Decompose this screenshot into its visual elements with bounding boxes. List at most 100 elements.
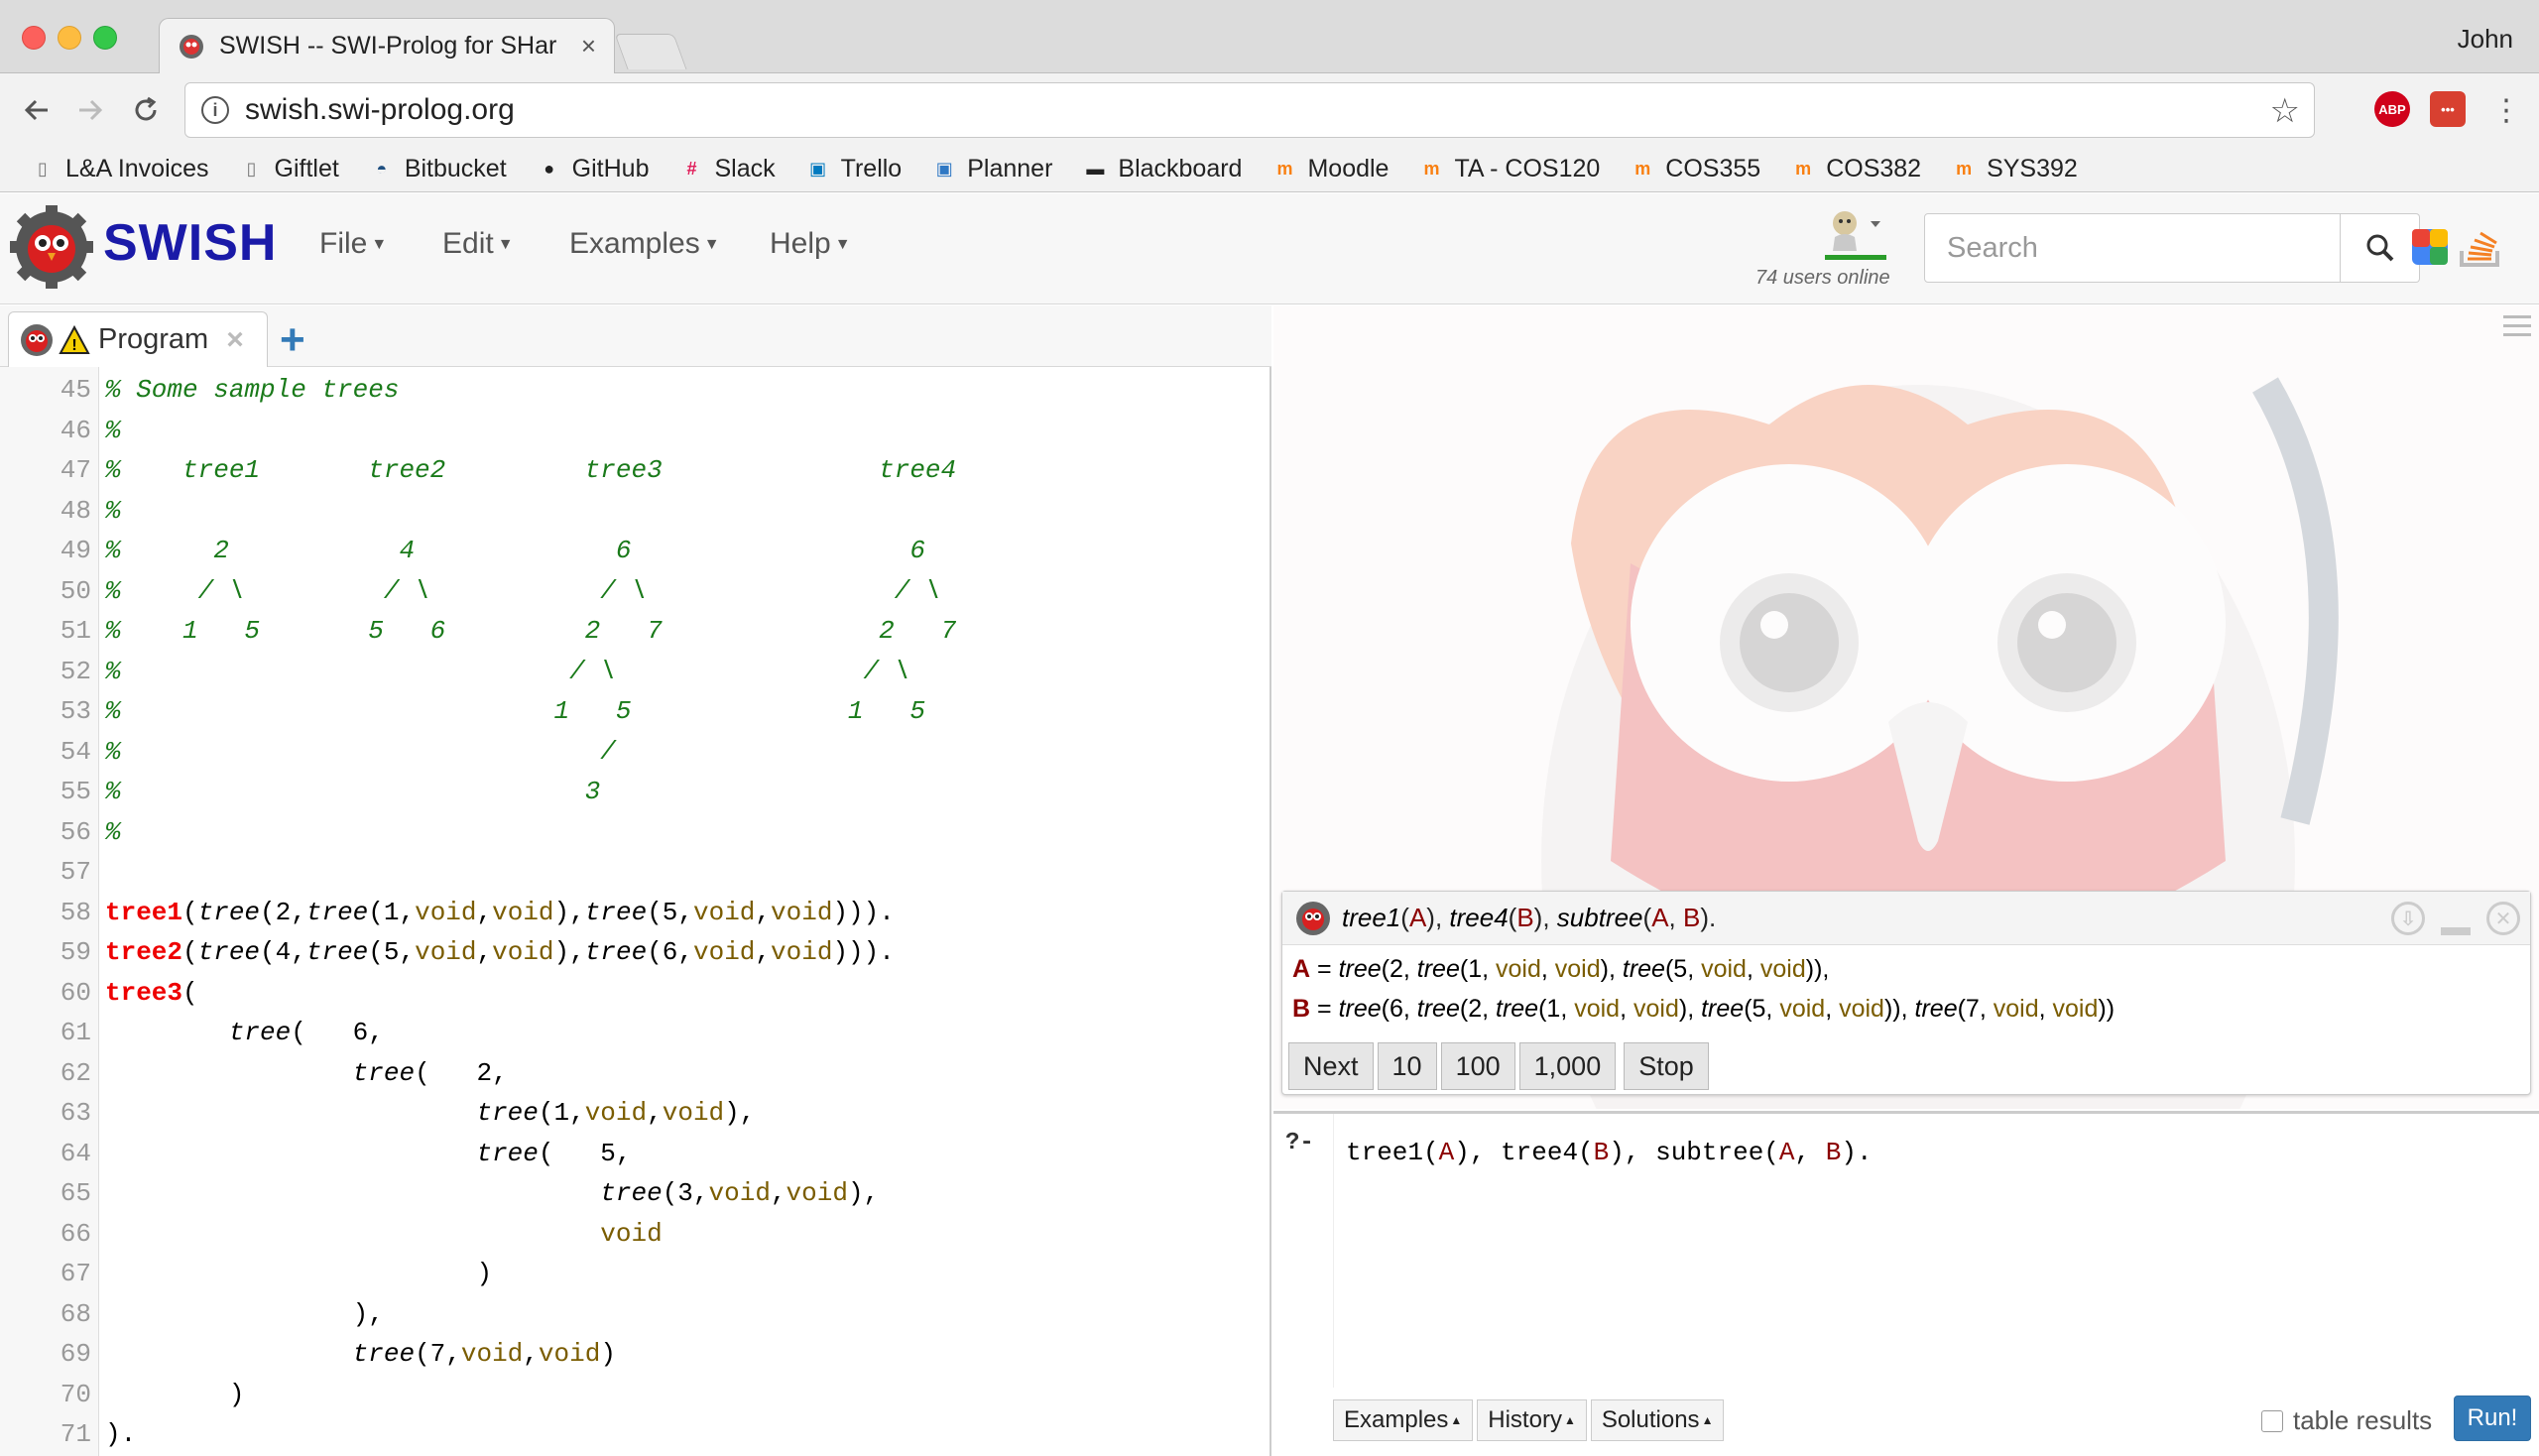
bookmark-item[interactable]: # Slack [678,155,775,183]
bookmark-star-icon[interactable]: ☆ [2270,91,2300,131]
back-button[interactable] [14,87,60,133]
query-token: ( [1400,903,1409,932]
swish-brand[interactable]: SWISH [103,213,277,273]
edit-menu[interactable]: Edit ▼ [442,227,514,261]
code-line[interactable]: 47 % tree1 tree2 tree3 tree4 [0,450,1270,490]
file-menu[interactable]: File ▼ [319,227,387,261]
table-results-toggle[interactable]: table results [2261,1405,2432,1436]
stop-button[interactable]: Stop [1624,1042,1709,1090]
code-line[interactable]: 62 tree( 2, [0,1053,1270,1093]
run-button[interactable]: Run! [2454,1395,2531,1441]
browser-tab[interactable]: SWISH -- SWI-Prolog for SHar × [159,18,615,73]
code-line[interactable]: 63 tree(1,void,void), [0,1093,1270,1133]
bookmark-item[interactable]: ▬ Blackboard [1082,155,1242,183]
code-editor[interactable]: 45 % Some sample trees 46% 47 % tree1 tree2 … [0,367,1270,1456]
table-results-checkbox[interactable] [2261,1409,2283,1432]
history-dropdown[interactable]: History ▲ [1477,1399,1587,1441]
code-line[interactable]: 51 % 1 5 5 6 2 7 2 7 [0,611,1270,651]
next-button[interactable]: Next [1288,1042,1374,1090]
code-line[interactable]: 55 % 3 [0,772,1270,811]
code-line[interactable]: 45 % Some sample trees [0,370,1270,410]
code-token: void [415,897,477,927]
code-token: % [105,495,121,526]
info-icon[interactable]: i [201,96,229,124]
code-line[interactable]: 54 % / [0,732,1270,772]
program-tab[interactable]: ! Program × [8,311,268,367]
google-stackoverflow-icons[interactable] [2408,221,2511,273]
code-line[interactable]: 50 % / \ / \ / \ / \ [0,571,1270,611]
code-line[interactable]: 48% [0,491,1270,531]
code-line[interactable]: 61 tree( 6, [0,1013,1270,1052]
extension-menu-icon[interactable]: ••• [2430,91,2466,127]
bookmark-item[interactable]: ▣ Trello [805,155,902,183]
examples-dropdown[interactable]: Examples ▲ [1333,1399,1474,1441]
code-line[interactable]: 59 tree2(tree(4,tree(5,void,void),tree(6,… [0,932,1270,972]
close-tab-icon[interactable]: × [226,323,244,357]
swish-logo-icon[interactable] [8,203,95,291]
bookmark-item[interactable]: m Moodle [1271,155,1389,183]
binding-token: , [1825,995,1840,1023]
query-text[interactable]: tree1(A), tree4(B), subtree(A, B). [1346,1138,1873,1167]
code-line[interactable]: 69 tree(7,void,void) [0,1334,1270,1374]
examples-menu[interactable]: Examples ▼ [569,227,720,261]
window-maximize-button[interactable] [93,26,117,50]
window-close-button[interactable] [22,26,46,50]
code-line[interactable]: 46% [0,411,1270,450]
bookmark-item[interactable]: m SYS392 [1951,155,2078,183]
close-icon[interactable]: ✕ [2486,902,2520,935]
next-100-button[interactable]: 100 [1440,1042,1515,1090]
code-line[interactable]: 60 tree3( [0,973,1270,1013]
bookmark-item[interactable]: ▯ L&A Invoices [30,155,208,183]
code-line[interactable]: 49 % 2 4 6 6 [0,531,1270,570]
code-line[interactable]: 53 % 1 5 1 5 [0,691,1270,731]
bookmark-item[interactable]: ◓ Bitbucket [369,155,506,183]
next-10-button[interactable]: 10 [1377,1042,1437,1090]
code-line[interactable]: 68 ), [0,1294,1270,1334]
code-line[interactable]: 52 % / \ / \ [0,652,1270,691]
new-tab-button[interactable] [614,34,687,69]
binding-token: tree [1496,995,1539,1023]
code-text: ) [105,1254,492,1293]
url-text[interactable]: swish.swi-prolog.org [245,93,515,127]
bookmark-item[interactable]: m COS355 [1630,155,1760,183]
users-online-text: 74 users online [1755,267,1890,289]
solutions-dropdown[interactable]: Solutions ▲ [1590,1399,1725,1441]
query-editor[interactable]: tree1(A), tree4(B), subtree(A, B). [1333,1114,2533,1388]
browser-menu-button[interactable]: ⋮ [2483,87,2529,133]
minimize-icon[interactable] [2439,902,2473,935]
user-avatar-icon[interactable] [1821,203,1890,263]
tab-close-icon[interactable]: × [581,31,596,61]
code-line[interactable]: 65 tree(3,void,void), [0,1173,1270,1213]
query-token: A [1438,1138,1455,1167]
code-line[interactable]: 67 ) [0,1254,1270,1293]
hamburger-menu-icon[interactable] [2503,313,2531,339]
bookmark-item[interactable]: m COS382 [1790,155,1921,183]
add-tab-icon[interactable]: + [280,315,305,365]
download-icon[interactable]: ⇩ [2391,902,2425,935]
forward-button[interactable] [67,87,113,133]
binding-token: (7, [1957,995,1994,1023]
code-line[interactable]: 64 tree( 5, [0,1134,1270,1173]
code-line[interactable]: 70 ) [0,1375,1270,1414]
profile-name[interactable]: John [2458,24,2513,55]
window-minimize-button[interactable] [58,26,81,50]
code-text: tree( 6, [105,1013,384,1052]
code-token: % [105,816,121,847]
code-line[interactable]: 58 tree1(tree(2,tree(1,void,void),tree(5,… [0,893,1270,932]
bookmark-item[interactable]: m TA - COS120 [1418,155,1600,183]
bookmark-item[interactable]: ▯ Giftlet [239,155,339,183]
code-token: , [523,1339,539,1369]
code-line[interactable]: 71). [0,1414,1270,1454]
code-line[interactable]: 66 void [0,1214,1270,1254]
code-line[interactable]: 56% [0,812,1270,852]
next-1000-button[interactable]: 1,000 [1518,1042,1617,1090]
adblock-extension-icon[interactable]: ABP [2374,91,2410,127]
address-bar[interactable]: i swish.swi-prolog.org ☆ [184,82,2315,138]
code-line[interactable]: 57 [0,852,1270,892]
search-input[interactable]: Search [1924,213,2341,283]
reload-button[interactable] [123,87,169,133]
bookmark-item[interactable]: ● GitHub [537,155,649,183]
bookmark-item[interactable]: ▣ Planner [931,155,1053,183]
help-menu[interactable]: Help ▼ [770,227,851,261]
line-number: 52 [60,656,91,686]
